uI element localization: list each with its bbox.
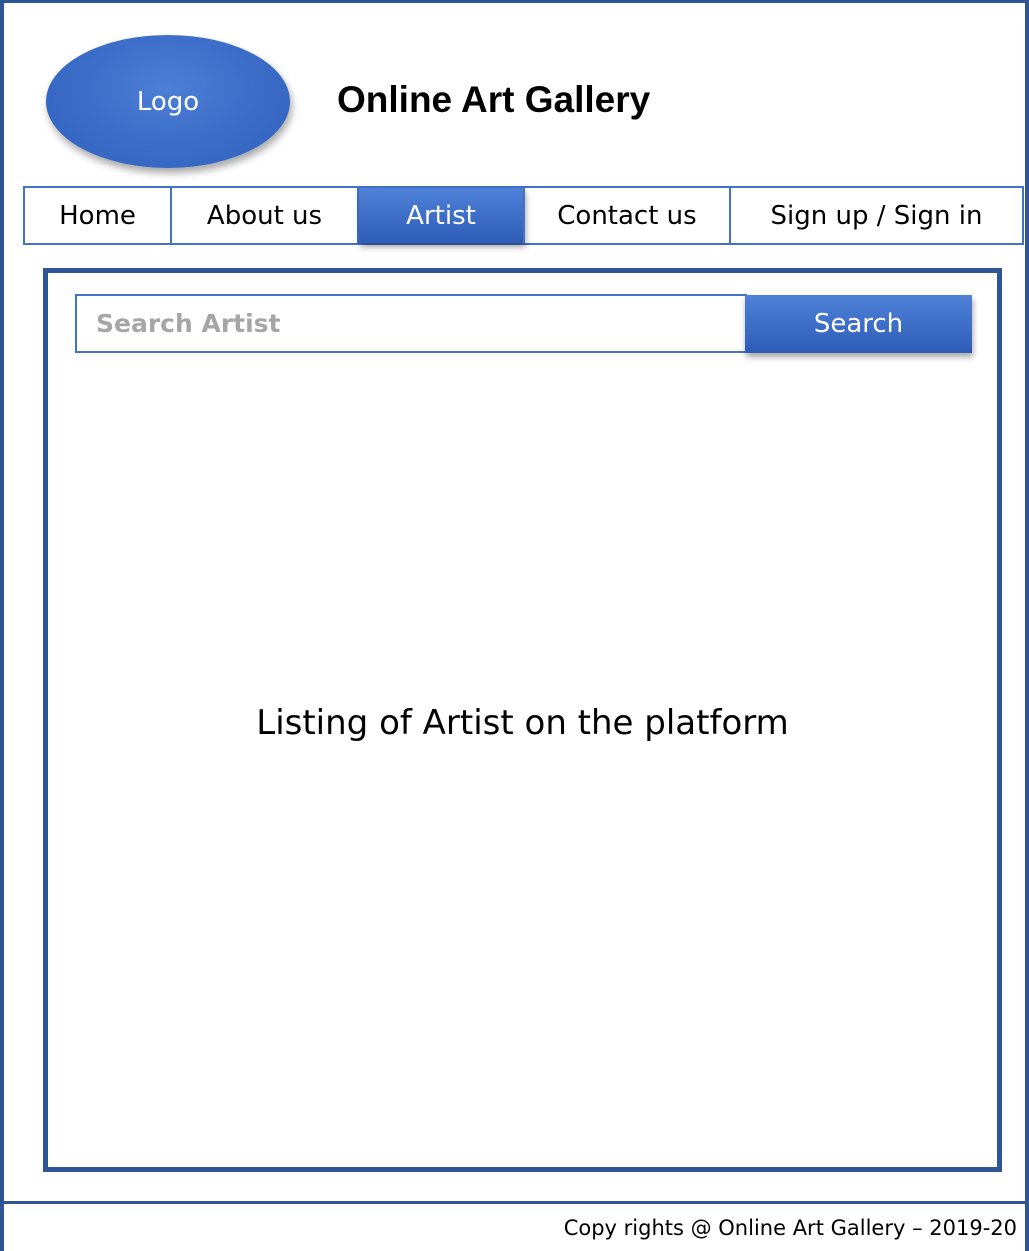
artist-listing-placeholder: Listing of Artist on the platform [256,703,789,743]
nav-item-home[interactable]: Home [25,188,172,243]
nav-item-label: Sign up / Sign in [770,200,983,231]
nav-item-label: Contact us [557,200,697,231]
search-button[interactable]: Search [745,295,972,353]
nav-item-about-us[interactable]: About us [172,188,359,243]
nav-item-label: Artist [406,200,476,231]
site-title: Online Art Gallery [337,79,651,120]
nav-item-artist[interactable]: Artist [359,188,525,243]
search-artist-input[interactable] [75,294,747,353]
nav-item-sign-up-sign-in[interactable]: Sign up / Sign in [731,188,1022,243]
main-nav: Home About us Artist Contact us Sign up … [23,186,1024,245]
nav-item-contact-us[interactable]: Contact us [525,188,731,243]
logo-label: Logo [136,86,200,117]
footer-divider [0,1201,1029,1204]
logo[interactable]: Logo [46,35,290,168]
nav-item-label: About us [206,200,323,231]
nav-item-label: Home [59,200,136,231]
copyright-text: Copy rights @ Online Art Gallery – 2019-… [563,1216,1017,1240]
